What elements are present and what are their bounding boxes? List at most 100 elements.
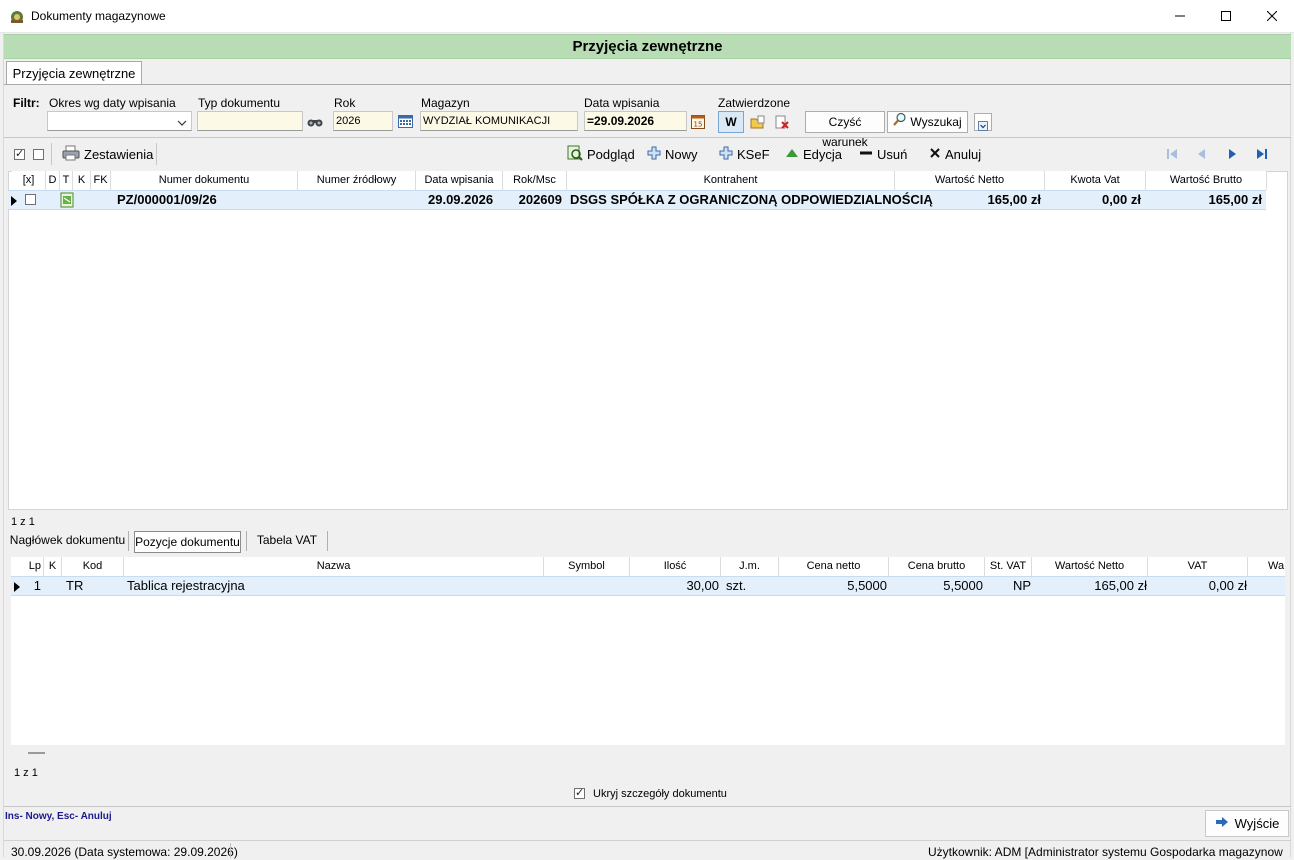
col-k[interactable]: K <box>73 171 91 190</box>
clear-filter-button[interactable]: Czyść warunek <box>805 111 885 149</box>
table-row[interactable]: 1 TR Tablica rejestracyjna 30,00 szt. 5,… <box>11 576 1285 596</box>
last-record-icon[interactable] <box>1253 145 1271 163</box>
minimize-button[interactable] <box>1157 0 1203 32</box>
col-number[interactable]: Numer dokumentu <box>111 171 298 190</box>
reports-label: Zestawienia <box>84 146 154 162</box>
col-gross-value[interactable]: Wa <box>1248 557 1285 576</box>
exit-arrow-icon <box>1215 816 1229 831</box>
col-price-net[interactable]: Cena netto <box>779 557 889 576</box>
pos-code: TR <box>66 578 84 593</box>
tab-separator <box>128 531 129 551</box>
edit-label: Edycja <box>803 146 843 162</box>
row-pointer-icon <box>13 581 21 595</box>
col-vat[interactable]: Kwota Vat <box>1045 171 1146 190</box>
hide-details-label[interactable]: Ukryj szczegóły dokumentu <box>593 788 727 800</box>
table-row[interactable]: PZ/000001/09/26 29.09.2026 202609 DSGS S… <box>8 190 1266 210</box>
svg-text:15: 15 <box>694 120 703 128</box>
col-vat-rate[interactable]: St. VAT <box>985 557 1032 576</box>
col-price-gross[interactable]: Cena brutto <box>889 557 985 576</box>
warehouse-input[interactable]: WYDZIAŁ KOMUNIKACJI <box>420 111 578 131</box>
period-label: Okres wg daty wpisania <box>49 96 176 110</box>
delete-label: Usuń <box>877 146 908 162</box>
tab-separator <box>246 531 247 551</box>
cancel-button[interactable]: Anuluj <box>929 143 981 165</box>
documents-grid[interactable] <box>8 171 1288 510</box>
doc-type-label: Typ dokumentu <box>198 96 281 110</box>
col-symbol[interactable]: Symbol <box>544 557 630 576</box>
col-d[interactable]: D <box>46 171 60 190</box>
row-checkbox[interactable] <box>25 194 36 205</box>
chevron-down-icon <box>978 117 988 137</box>
row-pointer-icon <box>10 195 18 209</box>
col-source-number[interactable]: Numer źródłowy <box>298 171 416 190</box>
deselect-all-checkbox[interactable] <box>33 149 44 160</box>
year-input[interactable]: 2026 <box>333 111 393 131</box>
documents-grid-header: [x] D T K FK Numer dokumentu Numer źródł… <box>12 171 1267 190</box>
col-select[interactable]: [x] <box>12 171 46 190</box>
document-delete-icon[interactable] <box>773 113 791 131</box>
chevron-down-icon <box>177 116 187 134</box>
tab-vat-table[interactable]: Tabela VAT <box>251 530 323 552</box>
delete-button[interactable]: Usuń <box>859 143 907 165</box>
exit-button[interactable]: Wyjście <box>1205 810 1289 837</box>
tab-document-positions[interactable]: Pozycje dokumentu <box>134 531 241 553</box>
col-k[interactable]: K <box>44 557 62 576</box>
next-record-icon[interactable] <box>1223 145 1241 163</box>
plus-icon <box>719 146 733 163</box>
pos-vat-rate: NP <box>1012 578 1031 593</box>
col-fk[interactable]: FK <box>91 171 111 190</box>
col-net[interactable]: Wartość Netto <box>895 171 1045 190</box>
pos-vat-value: 0,00 zł <box>1208 578 1247 593</box>
more-options-button[interactable] <box>974 113 992 131</box>
pos-net-value: 165,00 zł <box>1094 578 1147 593</box>
toolbar-separator <box>156 143 157 165</box>
plus-icon <box>647 146 661 163</box>
doc-number: PZ/000001/09/26 <box>117 192 217 207</box>
col-code[interactable]: Kod <box>62 557 124 576</box>
date-label: Data wpisania <box>584 96 660 110</box>
date-picker-icon[interactable]: 15 <box>689 112 707 130</box>
tab-przyjecia[interactable]: Przyjęcia zewnętrzne <box>6 61 142 85</box>
hide-details-checkbox[interactable] <box>574 786 585 799</box>
toolbar-separator <box>51 143 52 165</box>
calendar-icon[interactable] <box>396 112 414 130</box>
col-vat-value[interactable]: VAT <box>1148 557 1248 576</box>
approved-toggle-button[interactable]: W <box>718 111 744 133</box>
first-record-icon[interactable] <box>1163 145 1181 163</box>
scroll-indicator[interactable] <box>28 752 45 754</box>
warehouse-label: Magazyn <box>421 96 470 110</box>
tab-divider <box>4 84 1291 85</box>
magnifier-icon <box>893 112 907 132</box>
col-t[interactable]: T <box>60 171 73 190</box>
doc-year-month: 202609 <box>518 192 562 207</box>
reports-button[interactable]: Zestawienia <box>62 143 153 165</box>
col-gross[interactable]: Wartość Brutto <box>1146 171 1267 190</box>
period-select[interactable] <box>47 111 192 131</box>
pos-lp: 1 <box>33 578 41 593</box>
col-date[interactable]: Data wpisania <box>416 171 503 190</box>
doc-type-input[interactable] <box>197 111 303 131</box>
document-type-icon <box>59 192 75 211</box>
col-lp[interactable]: Lp <box>11 557 44 576</box>
col-qty[interactable]: Ilość <box>630 557 721 576</box>
preview-button[interactable]: Podgląd <box>567 143 635 165</box>
select-all-checkbox[interactable] <box>14 147 25 160</box>
date-input[interactable]: =29.09.2026 <box>584 111 687 131</box>
maximize-button[interactable] <box>1203 0 1249 32</box>
folder-open-icon[interactable] <box>749 113 767 131</box>
status-bar: 30.09.2026 (Data systemowa: 29.09.2026) … <box>4 840 1291 860</box>
new-button[interactable]: Nowy <box>647 143 698 165</box>
close-button[interactable] <box>1249 0 1294 32</box>
col-year-month[interactable]: Rok/Msc <box>503 171 567 190</box>
search-button[interactable]: Wyszukaj <box>887 111 968 133</box>
col-net-value[interactable]: Wartość Netto <box>1032 557 1148 576</box>
tab-document-header[interactable]: Nagłówek dokumentu <box>9 530 126 552</box>
previous-record-icon[interactable] <box>1193 145 1211 163</box>
ksef-button[interactable]: KSeF <box>719 143 770 165</box>
col-contractor[interactable]: Kontrahent <box>567 171 895 190</box>
col-unit[interactable]: J.m. <box>721 557 779 576</box>
edit-button[interactable]: Edycja <box>785 143 842 165</box>
binoculars-icon[interactable] <box>306 112 324 130</box>
window-title: Dokumenty magazynowe <box>31 9 166 23</box>
col-name[interactable]: Nazwa <box>124 557 544 576</box>
